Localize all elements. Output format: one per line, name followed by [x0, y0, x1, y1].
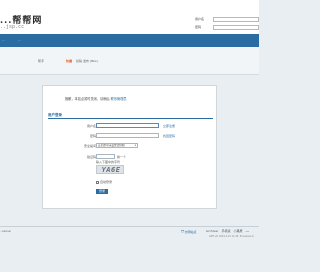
footer-link-mobile[interactable]: 手机版 [221, 229, 230, 233]
nav-item-2[interactable]: ... [18, 38, 21, 42]
header-username-input[interactable] [213, 16, 259, 22]
subnav-left-item[interactable]: 帮手 [38, 59, 44, 63]
password-row: 密码 找回密码 [43, 133, 218, 139]
main-nav: ... ... [0, 34, 259, 47]
header-password-input[interactable] [213, 24, 259, 30]
security-question-value: 安全提问(未设置请忽略) [98, 144, 125, 147]
civilized-site-label: 文明站点 [184, 229, 197, 234]
footer-link-archiver[interactable]: Archiver [206, 229, 218, 233]
footer-divider [0, 226, 259, 227]
password-input[interactable] [96, 133, 159, 138]
header-password-row: 密码 [195, 24, 259, 30]
subnav-rest-items[interactable]: 投稿 发布 (Bbs) [76, 59, 98, 63]
closed-notice-text: 抱歉，本站点暂时关闭，请稍后 [65, 97, 111, 101]
security-question-select[interactable]: 安全提问(未设置请忽略) ▾ [96, 143, 138, 148]
username-label: 用户名 [86, 124, 96, 128]
chevron-down-icon: ▾ [134, 144, 136, 147]
captcha-refresh-link[interactable]: 换一个 [117, 155, 126, 159]
nav-item-1[interactable]: ... [2, 38, 5, 42]
footer-link-brand[interactable]: ... [246, 229, 249, 233]
username-input[interactable] [96, 123, 159, 128]
site-header: ...帮帮网 ..jsp.cc 用户名 密码 [0, 0, 259, 34]
captcha-image[interactable]: YA6E [96, 165, 124, 174]
forgot-password-link[interactable]: 找回密码 [163, 134, 175, 138]
section-divider [48, 118, 213, 119]
contact-admin-link[interactable]: 联系管理员 [111, 97, 127, 101]
security-question-label: 安全提问 [83, 144, 96, 148]
captcha-row: 验证码 换一个 [43, 154, 218, 160]
site-logo-domain: ..jsp.cc [0, 24, 25, 30]
login-button[interactable]: 登录 [96, 189, 108, 194]
captcha-label: 验证码 [86, 155, 96, 159]
captcha-input[interactable] [96, 154, 115, 159]
subnav-active-item[interactable]: 快捷 [66, 59, 72, 63]
header-username-label: 用户名 [195, 17, 205, 21]
header-username-row: 用户名 [195, 16, 259, 22]
sub-nav: 帮手 快捷 投稿 发布 (Bbs) [0, 47, 259, 75]
footer-links: Archiver 手机版 小黑屋 ... [206, 229, 249, 233]
header-password-label: 密码 [195, 25, 202, 29]
captcha-code: YA6E [101, 166, 121, 174]
username-row: 用户名 立即注册 [43, 123, 218, 129]
civilized-site-badge[interactable]: ⛉ 文明站点 [181, 229, 197, 234]
footer-link-blackroom[interactable]: 小黑屋 [233, 229, 242, 233]
login-panel: 抱歉，本站点暂时关闭，请稍后 联系管理员 用户登录 用户名 立即注册 密码 找回… [42, 85, 217, 209]
register-link[interactable]: 立即注册 [163, 124, 175, 128]
remember-label: 自动登录 [100, 180, 113, 184]
security-question-row: 安全提问 安全提问(未设置请忽略) ▾ [43, 143, 218, 149]
footer-license[interactable]: ..cense [0, 229, 11, 233]
remember-checkbox[interactable] [96, 180, 99, 184]
closed-notice: 抱歉，本站点暂时关闭，请稍后 联系管理员 [65, 96, 127, 101]
footer-meta: GMT+8, 2024-4-15 11:30, Processed in [209, 235, 255, 238]
remember-me[interactable]: 自动登录 [96, 180, 112, 184]
captcha-hint: 输入下图中的字符 [96, 160, 121, 164]
